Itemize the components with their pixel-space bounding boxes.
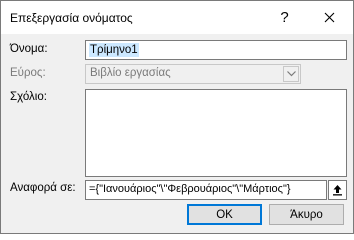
scope-label: Εύρος:	[10, 67, 46, 79]
scope-value: Βιβλίο εργασίας	[90, 67, 171, 79]
name-input-value: Τρίμηνο1	[89, 43, 139, 57]
close-button[interactable]	[307, 2, 352, 33]
scope-dropdown: Βιβλίο εργασίας	[85, 64, 301, 84]
ok-button[interactable]: OK	[187, 204, 262, 225]
help-button[interactable]: ?	[262, 2, 307, 33]
refers-to-input[interactable]: ={"Ιανουάριος"\"Φεβρουάριος"\"Μάρτιος"}	[85, 180, 327, 200]
close-icon	[324, 12, 335, 23]
name-label: Όνομα:	[10, 43, 48, 55]
comment-textarea[interactable]	[85, 89, 347, 177]
dialog-title: Επεξεργασία ονόματος	[10, 11, 133, 25]
comment-label: Σχόλιο:	[10, 91, 47, 103]
range-select-icon	[333, 185, 342, 196]
title-bar: Επεξεργασία ονόματος ?	[1, 1, 353, 34]
collapse-dialog-button[interactable]	[328, 180, 347, 200]
dropdown-arrow	[283, 66, 299, 82]
chevron-down-icon	[286, 71, 296, 77]
edit-name-dialog: Επεξεργασία ονόματος ? Όνομα: Τρίμηνο1 Ε…	[0, 0, 354, 234]
name-input[interactable]: Τρίμηνο1	[85, 40, 347, 60]
cancel-button[interactable]: Άκυρο	[269, 204, 344, 225]
refers-to-label: Αναφορά σε:	[10, 182, 76, 194]
